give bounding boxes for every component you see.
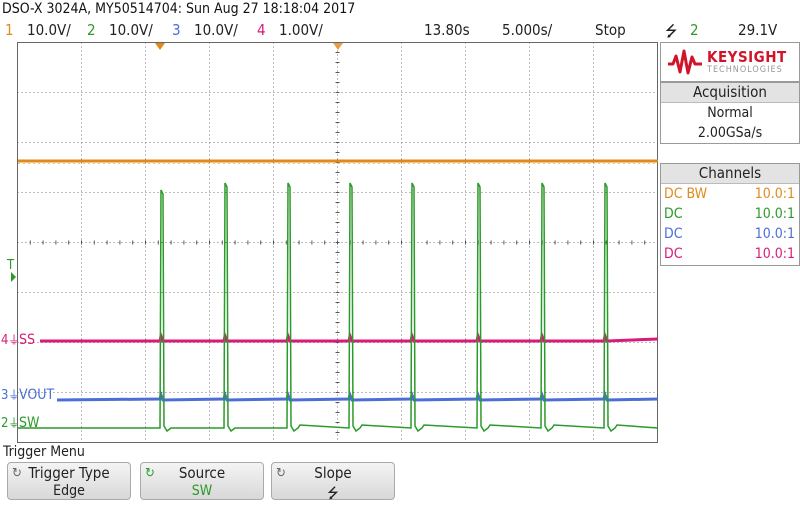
channels-box[interactable]: Channels DC BW 10.0:1 DC 10.0:1 DC 10.0:… [660,163,800,266]
channel-coupling: DC BW [664,186,708,202]
acquisition-box[interactable]: Acquisition Normal 2.00GSa/s [660,82,800,144]
trigger-level-marker[interactable] [11,272,16,282]
softkey-value: Edge [53,483,85,499]
ch4-label-ss: SS [19,332,35,348]
channel-coupling: DC [664,246,683,262]
channel-row: DC 10.0:1 [661,204,799,224]
ch3-label-vout: VOUT [19,387,55,403]
channel-row: DC BW 10.0:1 [661,184,799,204]
brand-box: KEYSIGHT TECHNOLOGIES [660,42,800,82]
channels-header: Channels [661,164,799,184]
source-softkey[interactable]: ↻ Source SW [140,462,264,500]
softkey-value: SW [191,483,213,499]
brand-name: KEYSIGHT [707,48,787,66]
channel-coupling: DC [664,226,683,242]
acquisition-mode: Normal [707,105,753,121]
keysight-logo-icon [668,49,702,75]
brand-sub: TECHNOLOGIES [707,65,783,75]
channel-probe: 10.0:1 [754,186,795,202]
sample-rate: 2.00GSa/s [697,125,763,141]
channel-coupling: DC [664,206,683,222]
channel-row: DC 10.0:1 [661,244,799,264]
channel-probe: 10.0:1 [754,206,795,222]
menu-title: Trigger Menu [3,444,85,460]
softkey-label: Slope [314,464,352,482]
softkey-value: ⭍ [327,486,339,502]
trigger-level-label: T [7,258,15,273]
channel-row: DC 10.0:1 [661,224,799,244]
softkey-label: Source [178,464,226,482]
softkey-label: Trigger Type [28,464,110,482]
trigger-type-softkey[interactable]: ↻ Trigger Type Edge [7,462,131,500]
slope-softkey[interactable]: ↻ Slope ⭍ [271,462,395,502]
channel-probe: 10.0:1 [754,226,795,242]
info-panel: KEYSIGHT TECHNOLOGIES Acquisition Normal… [660,42,800,266]
channel-probe: 10.0:1 [754,246,795,262]
ch2-label-sw: SW [19,415,40,431]
acquisition-header: Acquisition [661,83,799,103]
